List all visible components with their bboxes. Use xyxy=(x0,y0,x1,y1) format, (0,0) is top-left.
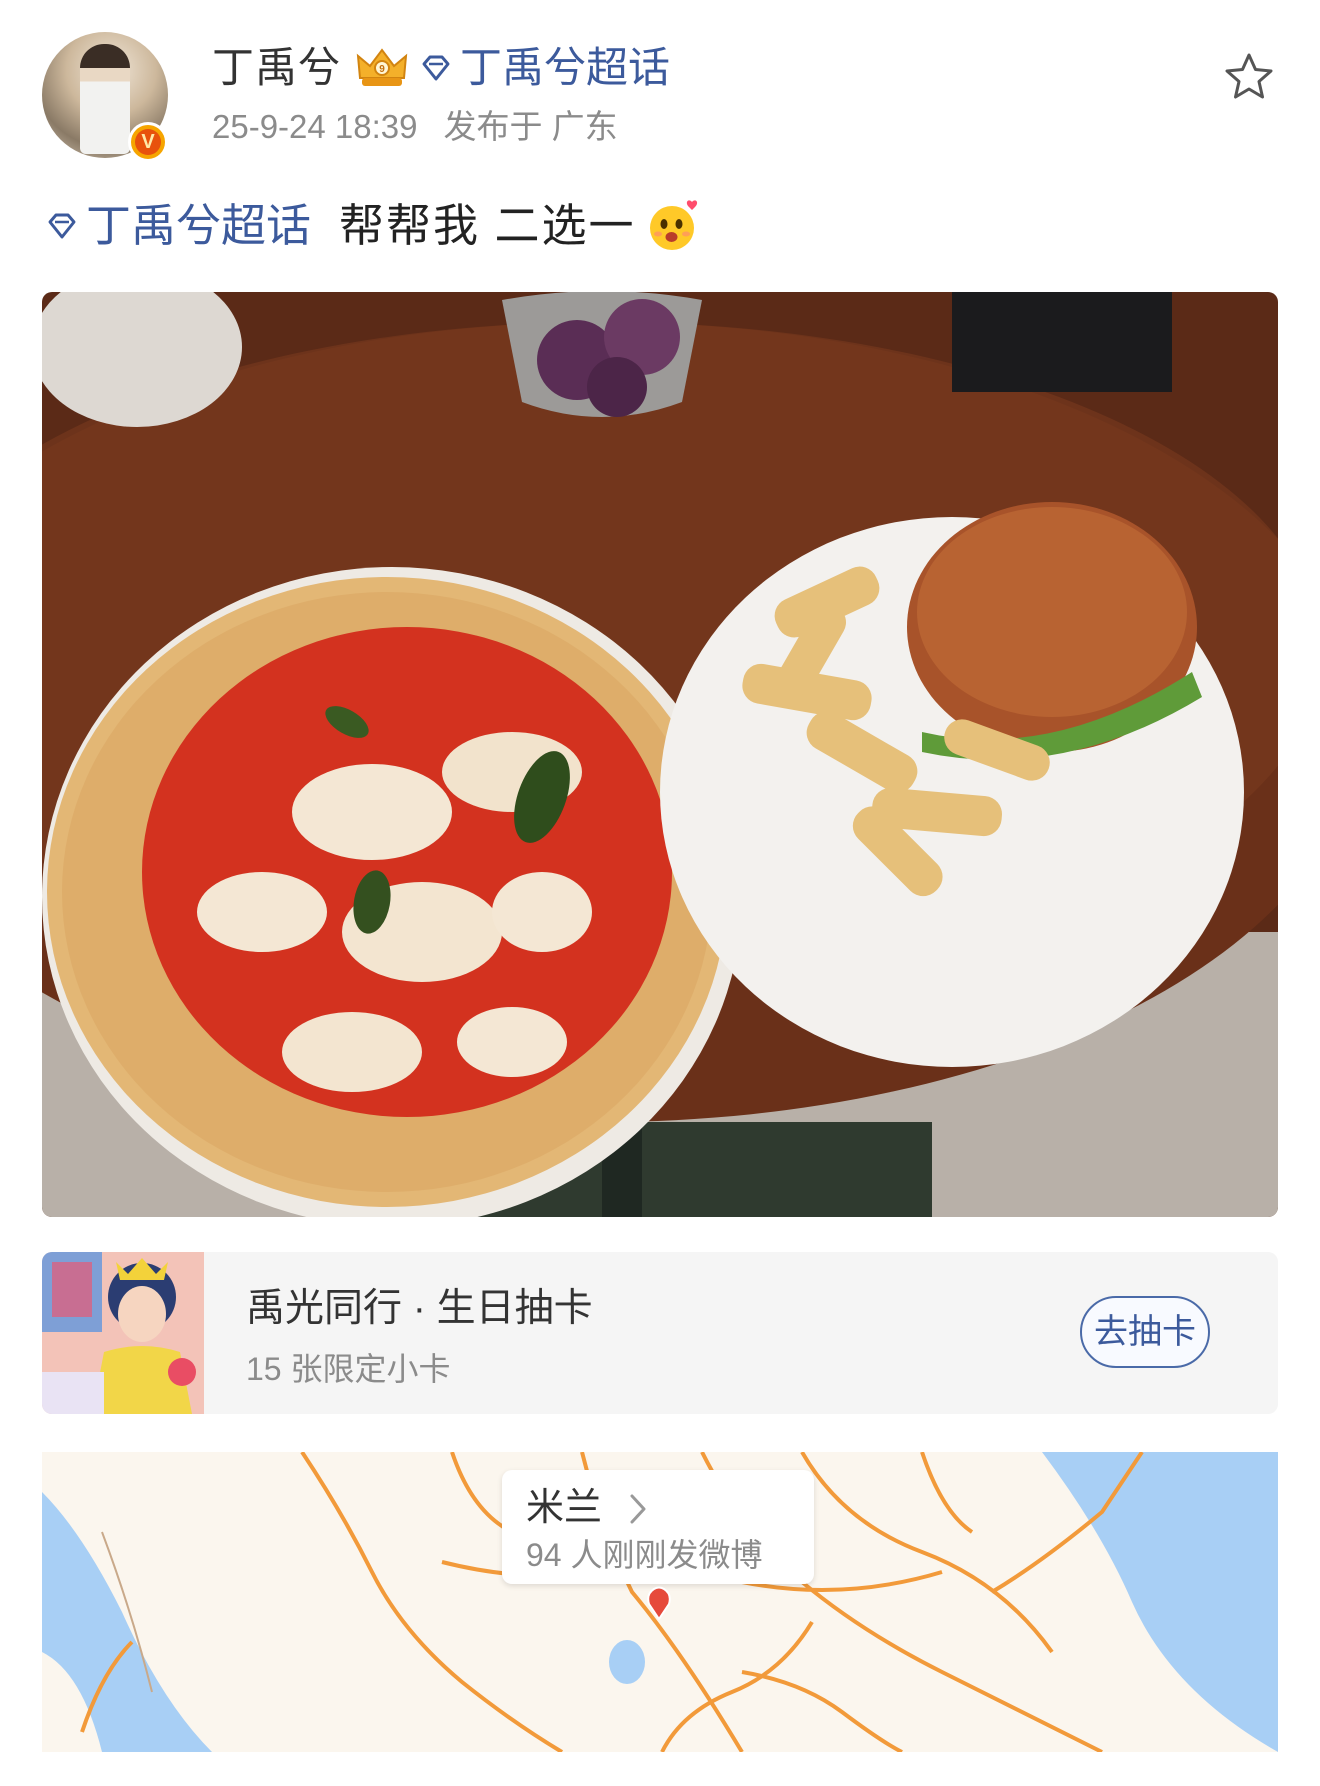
post-time: 25-9-24 18:39 xyxy=(212,108,418,145)
verified-badge-letter: V xyxy=(135,129,161,155)
diamond-topic-icon xyxy=(48,213,76,239)
topic-link-body[interactable]: 丁禹兮超话 xyxy=(44,196,311,256)
topic-link-header[interactable]: 丁禹兮超话 xyxy=(418,40,670,96)
post-location: 发布于 广东 xyxy=(443,108,618,145)
avatar-figure xyxy=(80,44,130,154)
topic-label: 丁禹兮超话 xyxy=(460,44,671,91)
post-body: 帮帮我 二选一 xyxy=(339,200,636,251)
chevron-right-icon xyxy=(630,1494,646,1524)
username[interactable]: 丁禹兮 xyxy=(212,40,341,96)
card-thumbnail xyxy=(42,1252,204,1414)
crown-icon: 9 xyxy=(356,48,408,86)
map-pin-icon xyxy=(647,1586,671,1620)
star-icon[interactable] xyxy=(1222,50,1276,104)
post-meta: 25-9-24 18:39 发布于 广东 xyxy=(212,104,618,150)
map-location-bubble[interactable]: 米兰 94 人刚刚发微博 xyxy=(502,1470,814,1584)
card-title: 禹光同行 · 生日抽卡 xyxy=(246,1287,593,1330)
emoji-icon xyxy=(649,200,697,250)
diamond-topic-icon xyxy=(422,55,450,81)
map-post-count: 94 人刚刚发微博 xyxy=(526,1537,763,1573)
lottery-card[interactable]: 禹光同行 · 生日抽卡 15 张限定小卡 去抽卡 xyxy=(42,1252,1278,1414)
map-city: 米兰 xyxy=(526,1487,603,1529)
post-text: 丁禹兮超话 帮帮我 二选一 xyxy=(44,196,704,256)
card-subtitle: 15 张限定小卡 xyxy=(246,1351,451,1387)
svg-text:9: 9 xyxy=(379,64,385,75)
food-photo[interactable] xyxy=(42,292,1278,1217)
verified-icon: V xyxy=(128,122,168,162)
topic-label: 丁禹兮超话 xyxy=(86,200,312,251)
draw-card-button[interactable]: 去抽卡 xyxy=(1080,1296,1210,1368)
